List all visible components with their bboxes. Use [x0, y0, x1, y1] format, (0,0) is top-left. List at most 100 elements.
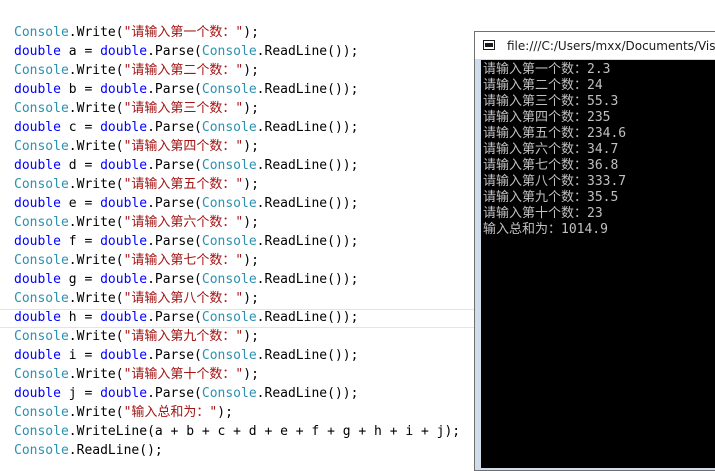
code-token-plain: ); [243, 63, 259, 78]
code-token-cls: Console [14, 25, 69, 40]
code-token-kw: double [100, 120, 148, 135]
code-token-plain: .Write( [68, 25, 124, 40]
code-token-cls: Console [14, 139, 69, 154]
code-token-plain: ); [217, 405, 233, 420]
code-token-plain: ); [243, 101, 259, 116]
code-token-cls: Console [201, 272, 257, 287]
code-token-cls: Console [201, 120, 257, 135]
code-token-str: "请输入第一个数：" [123, 25, 244, 40]
code-token-str: "请输入第五个数：" [123, 177, 244, 192]
code-token-plain: .Write( [68, 177, 124, 192]
code-token-plain: .Parse( [147, 234, 202, 249]
code-token-str: "请输入第六个数：" [123, 215, 244, 230]
code-token-plain: f = [60, 234, 101, 249]
code-token-plain: h = [60, 310, 101, 325]
code-token-plain: d = [60, 158, 101, 173]
code-token-str: "请输入第三个数：" [123, 101, 244, 116]
console-output-line: 请输入第四个数：235 [483, 110, 611, 125]
code-token-plain: .Parse( [147, 386, 202, 401]
code-token-cls: Console [14, 329, 69, 344]
code-token-plain: i = [60, 348, 101, 363]
console-output-line: 请输入第八个数：333.7 [483, 174, 627, 189]
code-token-plain: j = [60, 386, 101, 401]
code-token-kw: double [100, 348, 148, 363]
code-token-plain: a = [60, 44, 101, 59]
console-screen[interactable]: 请输入第一个数：2.3 请输入第二个数：24 请输入第三个数：55.3 请输入第四个数… [481, 60, 715, 468]
code-token-kw: double [100, 82, 148, 97]
code-token-kw: double [100, 196, 148, 211]
code-token-plain: .ReadLine(); [68, 443, 163, 458]
code-token-plain: .Write( [68, 63, 124, 78]
code-token-cls: Console [14, 63, 69, 78]
code-token-kw: double [14, 272, 61, 287]
code-token-kw: double [100, 386, 148, 401]
code-token-plain: .Write( [68, 215, 124, 230]
code-token-plain: .Write( [68, 405, 124, 420]
code-token-plain: .Write( [68, 367, 124, 382]
code-token-plain: ); [243, 329, 259, 344]
code-token-plain: .Write( [68, 291, 124, 306]
code-token-plain: .Parse( [147, 348, 202, 363]
code-token-cls: Console [14, 424, 69, 439]
console-output-line: 请输入第十个数：23 [483, 206, 603, 221]
code-token-plain: b = [60, 82, 101, 97]
code-token-kw: double [100, 158, 148, 173]
code-token-cls: Console [14, 367, 69, 382]
code-token-kw: double [100, 234, 148, 249]
console-output-line: 请输入第二个数：24 [483, 78, 603, 93]
code-token-kw: double [14, 158, 61, 173]
console-output-line: 请输入第七个数：36.8 [483, 158, 619, 173]
code-token-plain: .ReadLine()); [256, 44, 359, 59]
code-token-plain: .ReadLine()); [256, 158, 359, 173]
code-token-plain: .Parse( [147, 310, 202, 325]
code-token-plain: c = [60, 120, 101, 135]
code-token-plain: ); [243, 177, 259, 192]
console-titlebar[interactable]: file:///C:/Users/mxx/Documents/Visu [475, 32, 715, 60]
code-token-plain: .Write( [68, 101, 124, 116]
code-token-cls: Console [14, 443, 69, 458]
code-token-cls: Console [201, 310, 257, 325]
console-output-line: 请输入第三个数：55.3 [483, 94, 619, 109]
code-token-kw: double [100, 310, 148, 325]
code-token-cls: Console [201, 196, 257, 211]
code-token-kw: double [14, 44, 61, 59]
code-token-str: "请输入第九个数：" [123, 329, 244, 344]
code-token-plain: g = [60, 272, 101, 287]
code-token-plain: e = [60, 196, 101, 211]
code-token-plain: .Parse( [147, 196, 202, 211]
code-token-plain: ); [243, 291, 259, 306]
console-window-icon [483, 40, 495, 50]
code-token-str: "请输入第二个数：" [123, 63, 244, 78]
code-token-cls: Console [201, 348, 257, 363]
code-token-cls: Console [201, 82, 257, 97]
code-token-cls: Console [201, 44, 257, 59]
code-token-plain: .ReadLine()); [256, 348, 359, 363]
code-token-plain: .Parse( [147, 272, 202, 287]
code-token-cls: Console [14, 177, 69, 192]
console-output-line: 请输入第九个数：35.5 [483, 190, 619, 205]
code-token-str: "请输入第八个数：" [123, 291, 244, 306]
code-token-plain: .ReadLine()); [256, 120, 359, 135]
code-token-plain: ); [243, 253, 259, 268]
code-token-str: "请输入第七个数：" [123, 253, 244, 268]
console-title: file:///C:/Users/mxx/Documents/Visu [507, 39, 715, 53]
code-token-cls: Console [201, 234, 257, 249]
code-token-plain: .ReadLine()); [256, 272, 359, 287]
code-token-plain: ); [243, 25, 259, 40]
code-token-plain: .ReadLine()); [256, 82, 359, 97]
code-token-str: "请输入第四个数：" [123, 139, 244, 154]
code-token-plain: .ReadLine()); [256, 310, 359, 325]
console-output-line: 请输入第五个数：234.6 [483, 126, 627, 141]
code-token-plain: .Parse( [147, 120, 202, 135]
code-token-cls: Console [14, 101, 69, 116]
code-token-kw: double [14, 120, 61, 135]
code-token-kw: double [14, 196, 61, 211]
code-token-plain: .Write( [68, 329, 124, 344]
console-output-line: 输入总和为：1014.9 [483, 222, 608, 237]
code-token-plain: .Parse( [147, 82, 202, 97]
console-window[interactable]: file:///C:/Users/mxx/Documents/Visu 请输入第… [474, 31, 715, 471]
code-token-kw: double [14, 348, 61, 363]
code-token-kw: double [14, 310, 61, 325]
code-token-cls: Console [14, 291, 69, 306]
code-token-cls: Console [14, 215, 69, 230]
